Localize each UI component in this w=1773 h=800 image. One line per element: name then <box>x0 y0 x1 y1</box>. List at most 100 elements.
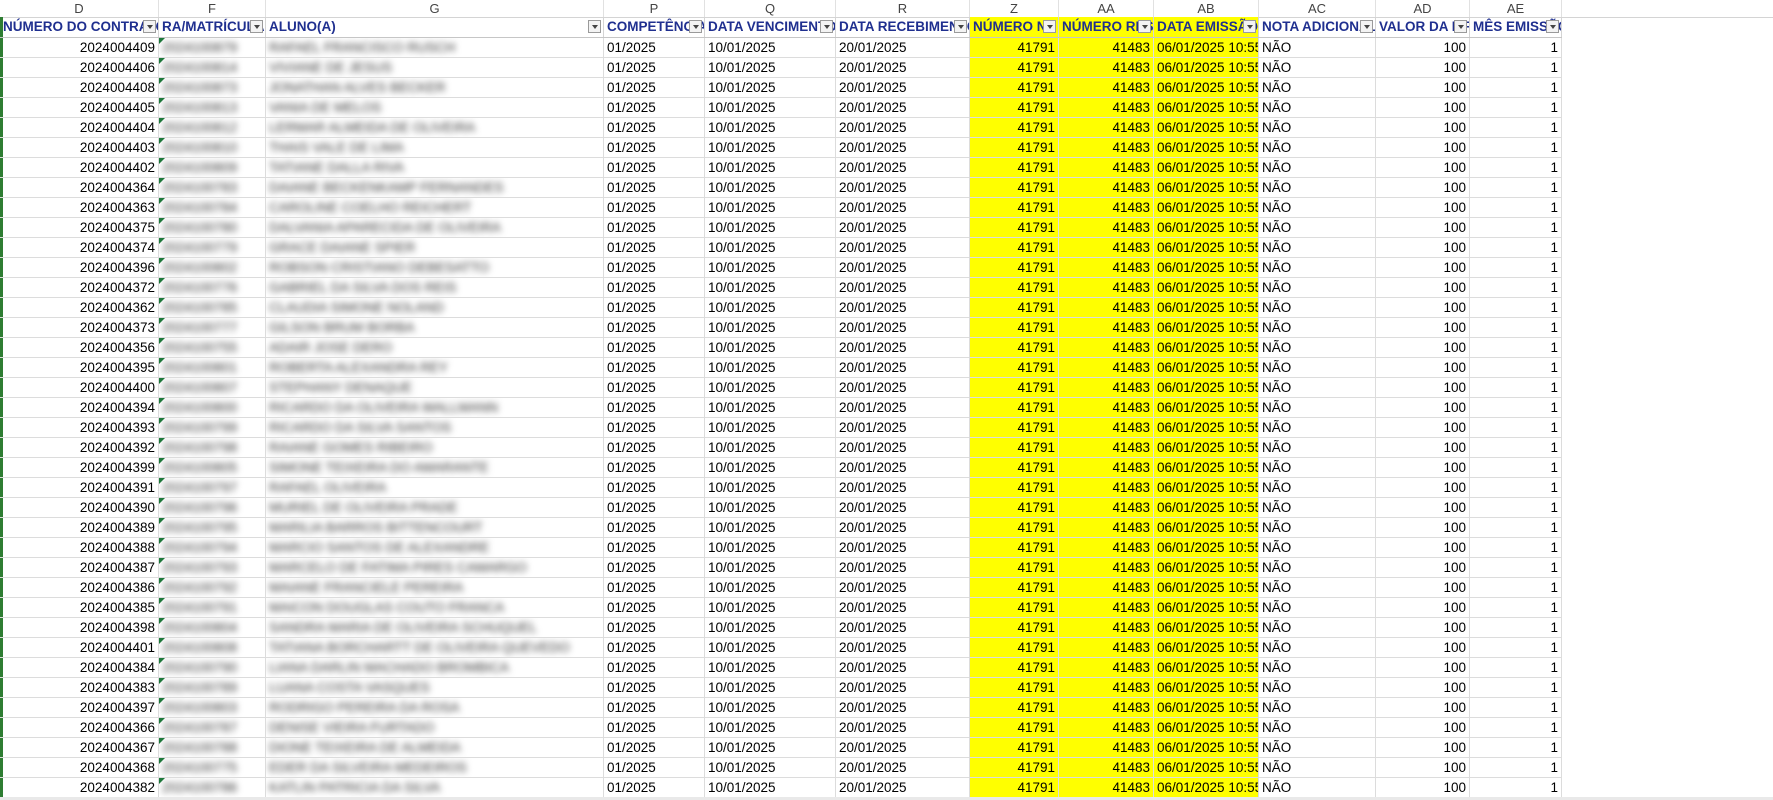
cell-name[interactable]: RODRIGO PEREIRA DA ROSA <box>266 698 604 718</box>
cell-contract[interactable]: 2024004399 <box>0 458 159 478</box>
cell-nota[interactable]: NÃO <box>1259 458 1376 478</box>
cell-name[interactable]: MAICON DOUGLAS COUTO FRANCA <box>266 598 604 618</box>
cell-valor[interactable]: 100 <box>1376 118 1470 138</box>
cell-nf[interactable]: 41791 <box>970 298 1059 318</box>
cell-name[interactable]: VANIA DE MELOS <box>266 98 604 118</box>
cell-comp[interactable]: 01/2025 <box>604 78 705 98</box>
cell-receb[interactable]: 20/01/2025 <box>836 638 970 658</box>
cell-nota[interactable]: NÃO <box>1259 738 1376 758</box>
cell-emissao[interactable]: 06/01/2025 10:55 <box>1154 38 1259 58</box>
cell-contract[interactable]: 2024004400 <box>0 378 159 398</box>
cell-mes[interactable]: 1 <box>1470 318 1562 338</box>
cell-venc[interactable]: 10/01/2025 <box>705 378 836 398</box>
cell-comp[interactable]: 01/2025 <box>604 478 705 498</box>
cell-contract[interactable]: 2024004382 <box>0 778 159 798</box>
cell-nf[interactable]: 41791 <box>970 38 1059 58</box>
cell-venc[interactable]: 10/01/2025 <box>705 638 836 658</box>
header-data-vencimento[interactable]: DATA VENCIMENTO <box>705 17 836 37</box>
column-letter-r[interactable]: R <box>836 0 970 17</box>
cell-receb[interactable]: 20/01/2025 <box>836 578 970 598</box>
cell-mes[interactable]: 1 <box>1470 778 1562 798</box>
cell-mes[interactable]: 1 <box>1470 698 1562 718</box>
header-nota-adicional[interactable]: NOTA ADICIONAL <box>1259 17 1376 37</box>
cell-name[interactable]: KATLIN PATRICIA DA SILVA <box>266 778 604 798</box>
header-competencia[interactable]: COMPETÊNCIA <box>604 17 705 37</box>
cell-nota[interactable]: NÃO <box>1259 258 1376 278</box>
cell-nf[interactable]: 41791 <box>970 758 1059 778</box>
column-letter-f[interactable]: F <box>159 0 266 17</box>
cell-rps[interactable]: 41483 <box>1059 298 1154 318</box>
cell-comp[interactable]: 01/2025 <box>604 238 705 258</box>
cell-emissao[interactable]: 06/01/2025 10:55 <box>1154 598 1259 618</box>
cell-name[interactable]: VIVIANE DE JESUS <box>266 58 604 78</box>
cell-emissao[interactable]: 06/01/2025 10:55 <box>1154 158 1259 178</box>
cell-contract[interactable]: 2024004408 <box>0 78 159 98</box>
cell-emissao[interactable]: 06/01/2025 10:55 <box>1154 358 1259 378</box>
cell-nota[interactable]: NÃO <box>1259 218 1376 238</box>
cell-nf[interactable]: 41791 <box>970 138 1059 158</box>
cell-emissao[interactable]: 06/01/2025 10:55 <box>1154 58 1259 78</box>
cell-nota[interactable]: NÃO <box>1259 178 1376 198</box>
cell-mes[interactable]: 1 <box>1470 558 1562 578</box>
cell-comp[interactable]: 01/2025 <box>604 358 705 378</box>
cell-name[interactable]: EDER DA SILVEIRA MEDEIROS <box>266 758 604 778</box>
cell-mes[interactable]: 1 <box>1470 158 1562 178</box>
cell-nf[interactable]: 41791 <box>970 78 1059 98</box>
cell-emissao[interactable]: 06/01/2025 10:55 <box>1154 318 1259 338</box>
cell-mes[interactable]: 1 <box>1470 718 1562 738</box>
cell-valor[interactable]: 100 <box>1376 778 1470 798</box>
filter-dropdown-icon[interactable] <box>1138 20 1151 33</box>
cell-venc[interactable]: 10/01/2025 <box>705 298 836 318</box>
cell-nota[interactable]: NÃO <box>1259 398 1376 418</box>
cell-rps[interactable]: 41483 <box>1059 698 1154 718</box>
cell-nota[interactable]: NÃO <box>1259 718 1376 738</box>
cell-nf[interactable]: 41791 <box>970 498 1059 518</box>
cell-name[interactable]: DALVANIA APARECIDA DE OLIVEIRA <box>266 218 604 238</box>
cell-emissao[interactable]: 06/01/2025 10:55 <box>1154 338 1259 358</box>
cell-nf[interactable]: 41791 <box>970 198 1059 218</box>
cell-contract[interactable]: 2024004398 <box>0 618 159 638</box>
cell-nota[interactable]: NÃO <box>1259 758 1376 778</box>
cell-venc[interactable]: 10/01/2025 <box>705 598 836 618</box>
cell-mes[interactable]: 1 <box>1470 178 1562 198</box>
cell-valor[interactable]: 100 <box>1376 198 1470 218</box>
filter-dropdown-icon[interactable] <box>1546 20 1559 33</box>
cell-nota[interactable]: NÃO <box>1259 158 1376 178</box>
header-data-recebimento[interactable]: DATA RECEBIMENTO <box>836 17 970 37</box>
filter-dropdown-icon[interactable] <box>1243 20 1256 33</box>
cell-venc[interactable]: 10/01/2025 <box>705 438 836 458</box>
cell-comp[interactable]: 01/2025 <box>604 438 705 458</box>
cell-mes[interactable]: 1 <box>1470 118 1562 138</box>
cell-emissao[interactable]: 06/01/2025 10:55 <box>1154 398 1259 418</box>
filter-dropdown-icon[interactable] <box>689 20 702 33</box>
cell-mes[interactable]: 1 <box>1470 38 1562 58</box>
cell-nf[interactable]: 41791 <box>970 738 1059 758</box>
cell-receb[interactable]: 20/01/2025 <box>836 98 970 118</box>
cell-valor[interactable]: 100 <box>1376 378 1470 398</box>
cell-mes[interactable]: 1 <box>1470 518 1562 538</box>
cell-nota[interactable]: NÃO <box>1259 198 1376 218</box>
cell-nf[interactable]: 41791 <box>970 238 1059 258</box>
cell-venc[interactable]: 10/01/2025 <box>705 338 836 358</box>
cell-venc[interactable]: 10/01/2025 <box>705 38 836 58</box>
cell-valor[interactable]: 100 <box>1376 398 1470 418</box>
cell-receb[interactable]: 20/01/2025 <box>836 738 970 758</box>
cell-receb[interactable]: 20/01/2025 <box>836 658 970 678</box>
cell-venc[interactable]: 10/01/2025 <box>705 318 836 338</box>
cell-receb[interactable]: 20/01/2025 <box>836 118 970 138</box>
cell-mes[interactable]: 1 <box>1470 458 1562 478</box>
cell-comp[interactable]: 01/2025 <box>604 758 705 778</box>
cell-ra[interactable]: 2024100785 <box>159 298 266 318</box>
cell-nf[interactable]: 41791 <box>970 378 1059 398</box>
cell-rps[interactable]: 41483 <box>1059 358 1154 378</box>
cell-receb[interactable]: 20/01/2025 <box>836 698 970 718</box>
cell-comp[interactable]: 01/2025 <box>604 118 705 138</box>
cell-venc[interactable]: 10/01/2025 <box>705 518 836 538</box>
cell-valor[interactable]: 100 <box>1376 258 1470 278</box>
cell-mes[interactable]: 1 <box>1470 618 1562 638</box>
cell-nota[interactable]: NÃO <box>1259 238 1376 258</box>
cell-rps[interactable]: 41483 <box>1059 758 1154 778</box>
cell-ra[interactable]: 2024100879 <box>159 38 266 58</box>
cell-receb[interactable]: 20/01/2025 <box>836 258 970 278</box>
cell-contract[interactable]: 2024004385 <box>0 598 159 618</box>
